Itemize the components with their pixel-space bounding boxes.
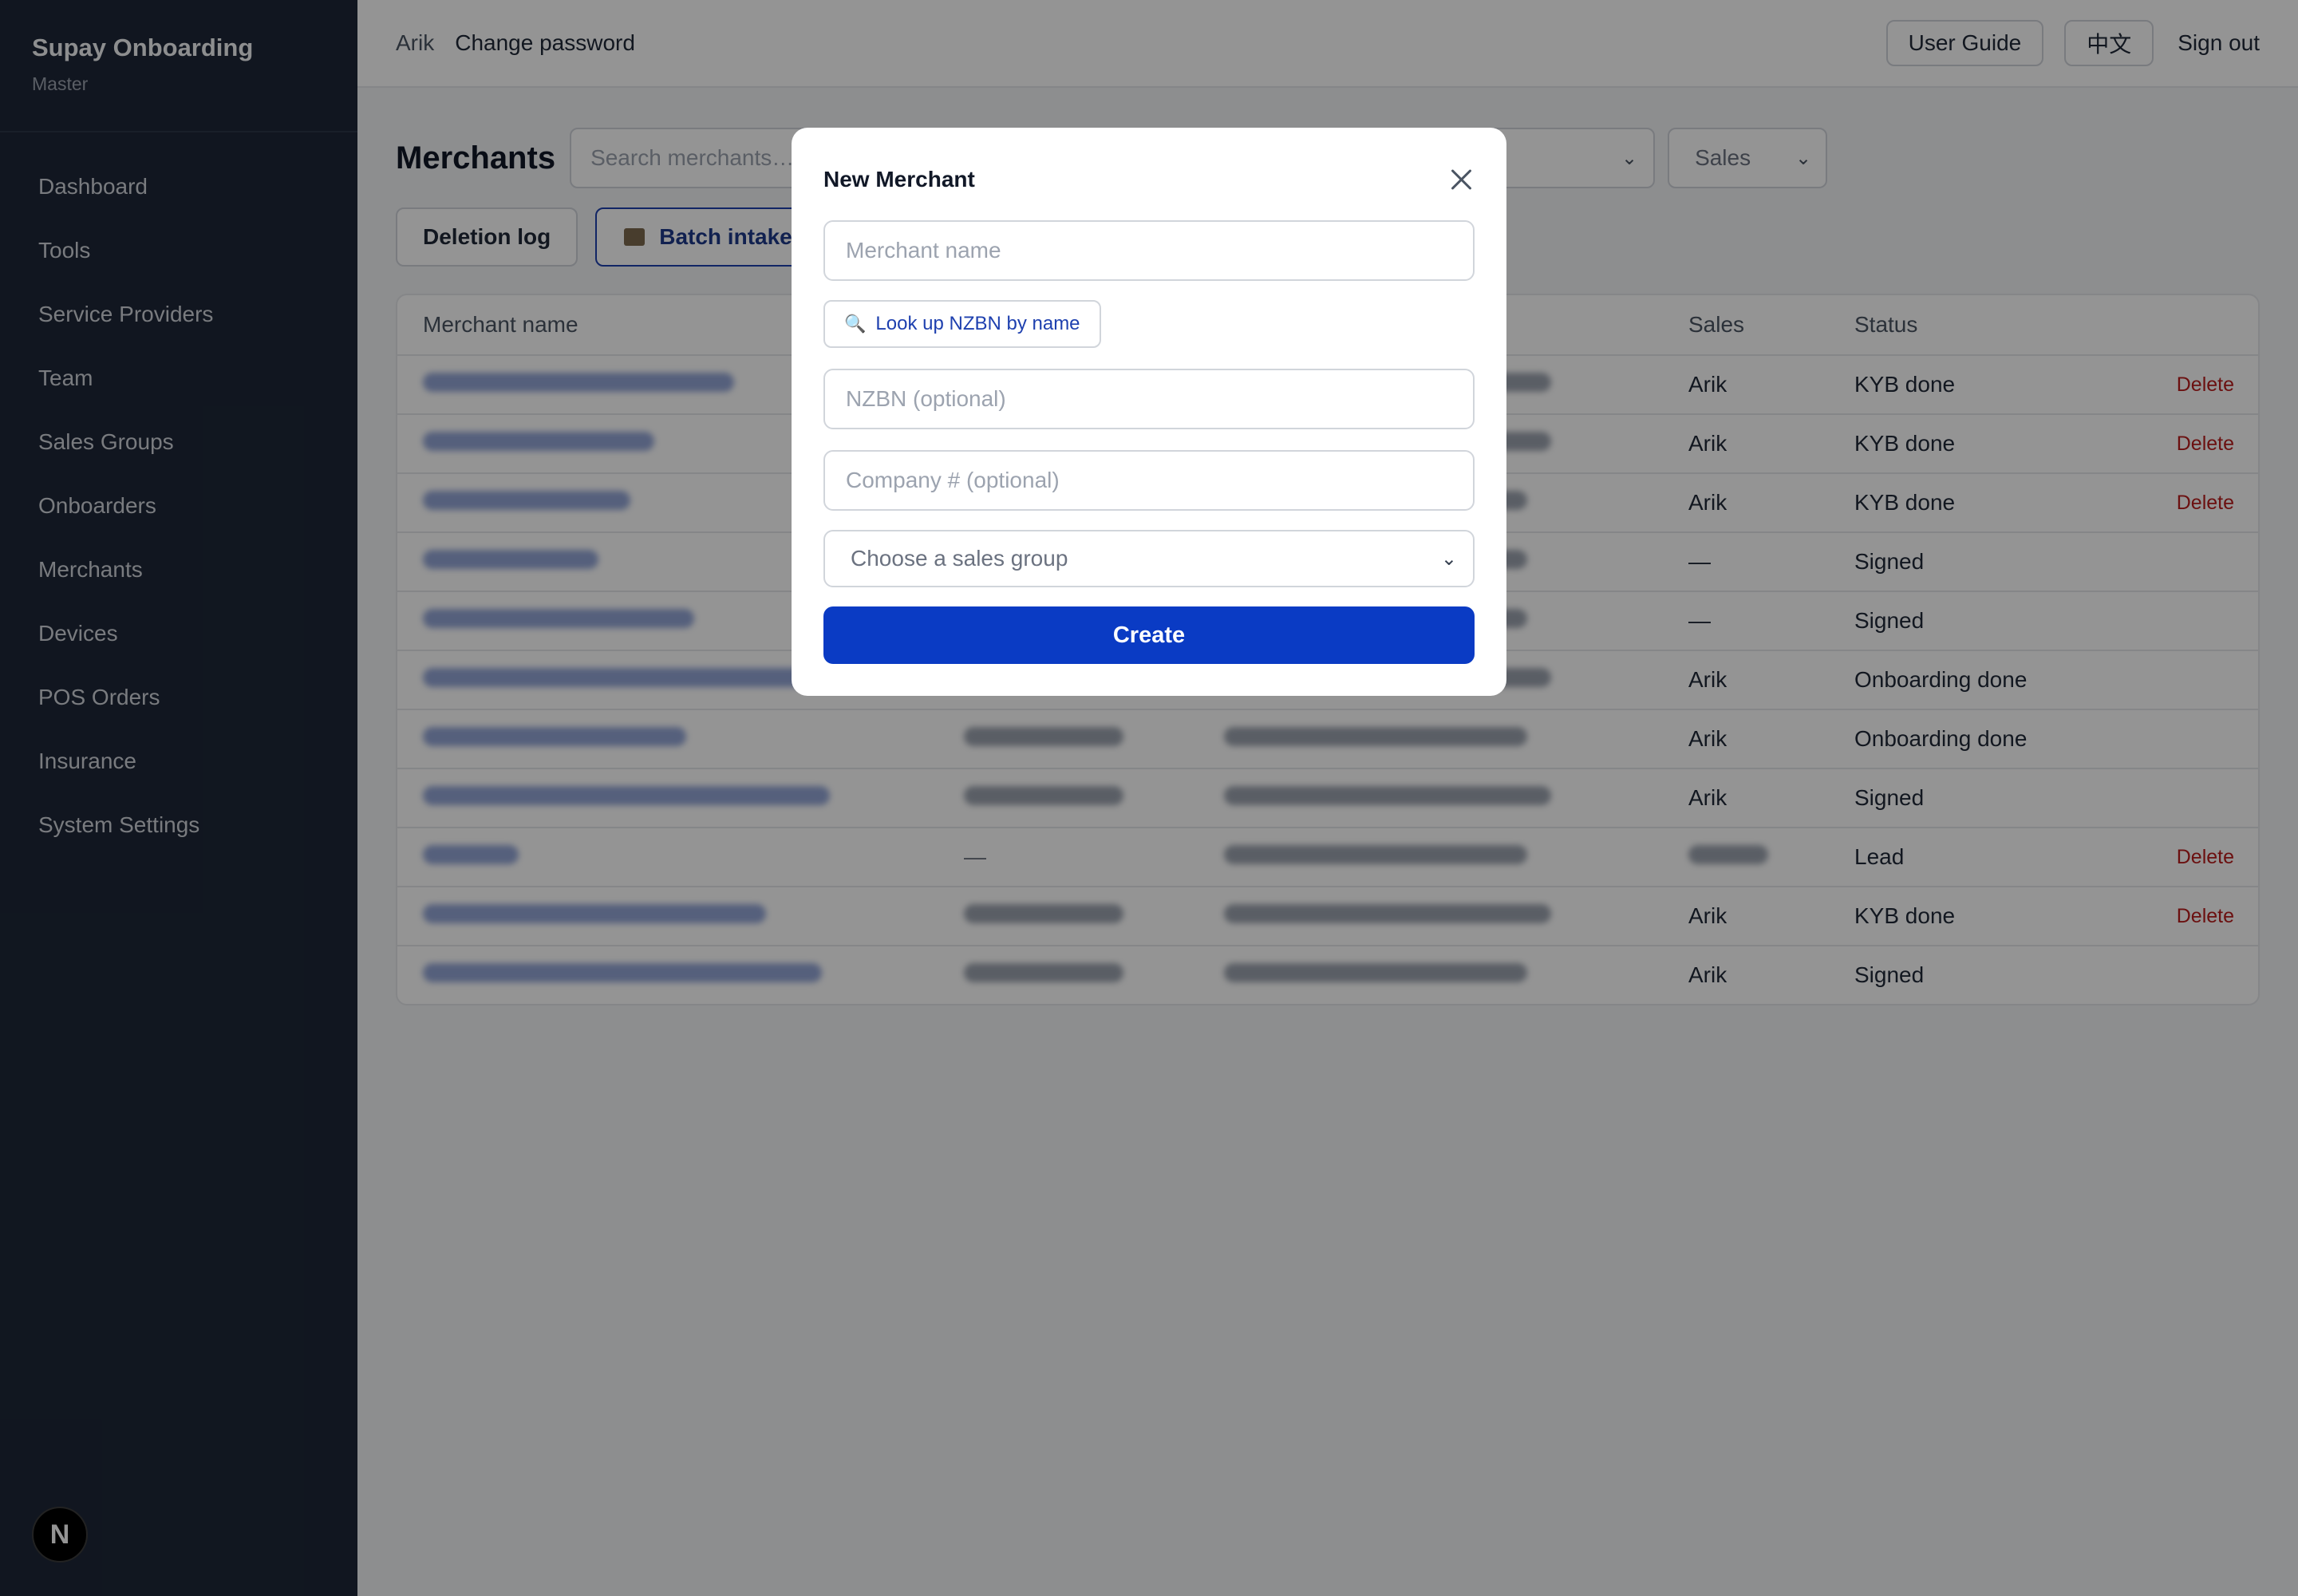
new-merchant-dialog: New Merchant Merchant name 🔍 Look up NZB…	[792, 128, 1506, 696]
sales-group-select[interactable]: Choose a sales group ⌄	[823, 530, 1475, 587]
chevron-down-icon: ⌄	[1440, 548, 1457, 570]
company-number-placeholder: Company # (optional)	[846, 468, 1060, 492]
nzbn-placeholder: NZBN (optional)	[846, 386, 1006, 411]
lookup-nzbn-button[interactable]: 🔍 Look up NZBN by name	[823, 300, 1101, 348]
company-number-input[interactable]: Company # (optional)	[823, 450, 1475, 511]
sales-group-placeholder: Choose a sales group	[851, 546, 1068, 571]
nzbn-input[interactable]: NZBN (optional)	[823, 369, 1475, 429]
close-icon[interactable]	[1447, 166, 1475, 193]
create-button[interactable]: Create	[823, 606, 1475, 664]
lookup-nzbn-label: Look up NZBN by name	[875, 313, 1080, 334]
merchant-name-placeholder: Merchant name	[846, 238, 1001, 263]
dialog-header: New Merchant	[823, 160, 1475, 200]
merchant-name-input[interactable]: Merchant name	[823, 220, 1475, 281]
dialog-title: New Merchant	[823, 167, 975, 192]
magnifier-icon: 🔍	[844, 314, 867, 334]
